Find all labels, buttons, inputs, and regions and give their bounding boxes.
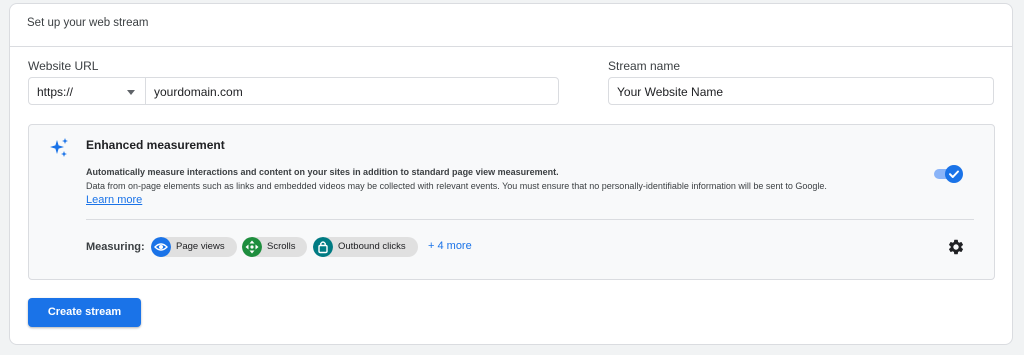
chevron-down-icon bbox=[127, 90, 135, 95]
website-url-label: Website URL bbox=[28, 59, 99, 73]
chip-label: Outbound clicks bbox=[338, 241, 406, 252]
lock-icon bbox=[313, 237, 333, 257]
toggle-knob bbox=[945, 165, 963, 183]
card-header: Set up your web stream bbox=[10, 4, 1012, 47]
learn-more-link[interactable]: Learn more bbox=[86, 194, 142, 206]
eye-icon bbox=[151, 237, 171, 257]
website-url-input[interactable]: yourdomain.com bbox=[145, 77, 559, 105]
chip-label: Page views bbox=[176, 241, 225, 252]
divider bbox=[86, 219, 974, 220]
gear-icon[interactable] bbox=[947, 238, 965, 256]
enhanced-measurement-panel: Enhanced measurement Automatically measu… bbox=[28, 124, 995, 280]
enhanced-measurement-toggle[interactable] bbox=[932, 165, 963, 183]
sparkle-icon bbox=[50, 138, 68, 157]
website-url-value: yourdomain.com bbox=[154, 85, 243, 99]
chip-label: Scrolls bbox=[267, 241, 296, 252]
scroll-arrows-icon bbox=[242, 237, 262, 257]
create-stream-label: Create stream bbox=[47, 306, 122, 318]
stream-name-input[interactable]: Your Website Name bbox=[608, 77, 994, 105]
more-events-link[interactable]: + 4 more bbox=[428, 240, 472, 252]
stream-name-label: Stream name bbox=[608, 59, 681, 73]
protocol-select[interactable]: https:// bbox=[28, 77, 146, 105]
create-stream-button[interactable]: Create stream bbox=[28, 298, 141, 327]
web-stream-card: Set up your web stream Website URL https… bbox=[9, 3, 1013, 345]
check-icon bbox=[949, 170, 959, 178]
measuring-label: Measuring: bbox=[86, 241, 145, 253]
enhanced-measurement-summary: Automatically measure interactions and c… bbox=[86, 167, 559, 177]
protocol-value: https:// bbox=[37, 85, 74, 99]
stream-name-value: Your Website Name bbox=[617, 85, 724, 99]
enhanced-measurement-title: Enhanced measurement bbox=[86, 138, 225, 152]
chip-outbound-clicks[interactable]: Outbound clicks bbox=[313, 237, 418, 257]
chip-page-views[interactable]: Page views bbox=[151, 237, 237, 257]
enhanced-measurement-description: Data from on-page elements such as links… bbox=[86, 181, 827, 191]
chip-scrolls[interactable]: Scrolls bbox=[242, 237, 307, 257]
card-title: Set up your web stream bbox=[27, 17, 149, 29]
